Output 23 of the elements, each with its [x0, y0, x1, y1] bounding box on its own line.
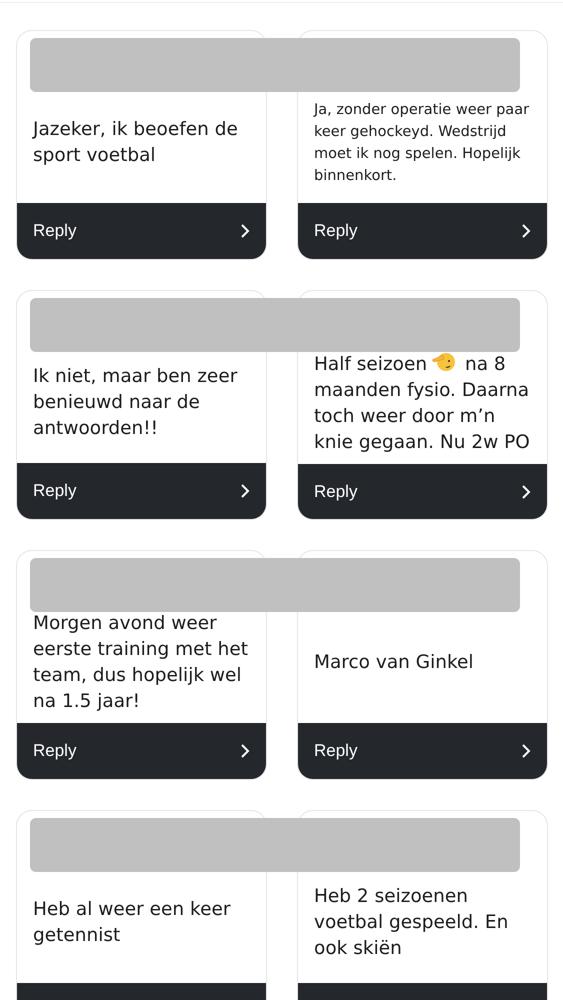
reply-button[interactable]: Reply: [298, 723, 547, 779]
comment-text: na 8: [464, 354, 506, 375]
chevron-right-icon: [240, 743, 250, 759]
reply-button[interactable]: Reply: [17, 463, 266, 519]
saluting-face-icon: [431, 351, 456, 373]
chevron-right-icon: [521, 484, 531, 500]
reply-button[interactable]: Reply: [17, 723, 266, 779]
comment-text: Ik niet, maar ben zeer benieuwd naar de antwoorden!!: [33, 365, 238, 441]
comment-text: Half seizoen: [314, 354, 428, 375]
chevron-right-icon: [240, 223, 250, 239]
comment-text: Heb al weer een keer getennist: [33, 898, 232, 948]
comment-text: maanden fysio. Daarna toch weer door m’n knie gegaan. Nu 2w PO: [314, 379, 531, 455]
comment-text: Jazeker, ik beoefen de sport voetbal: [33, 118, 239, 168]
reply-button[interactable]: Reply: [17, 203, 266, 259]
comment-text: Ja, zonder operatie weer paar keer gehockeyd. Wedstrijd moet ik nog spelen. Hopelijk binnenkort.: [314, 101, 530, 186]
chevron-right-icon: [240, 483, 250, 499]
chevron-right-icon: [521, 223, 531, 239]
comment-text: Marco van Ginkel: [314, 651, 474, 675]
chevron-right-icon: [521, 743, 531, 759]
reply-button[interactable]: Reply: [298, 464, 547, 519]
comment-text: Heb 2 seizoenen voetbal gespeeld. En ook skiën: [314, 885, 510, 961]
reply-button[interactable]: Reply: [298, 203, 547, 259]
comment-text: Morgen avond weer eerste training met het team, dus hopelijk wel na 1.5 jaar!: [33, 612, 249, 714]
